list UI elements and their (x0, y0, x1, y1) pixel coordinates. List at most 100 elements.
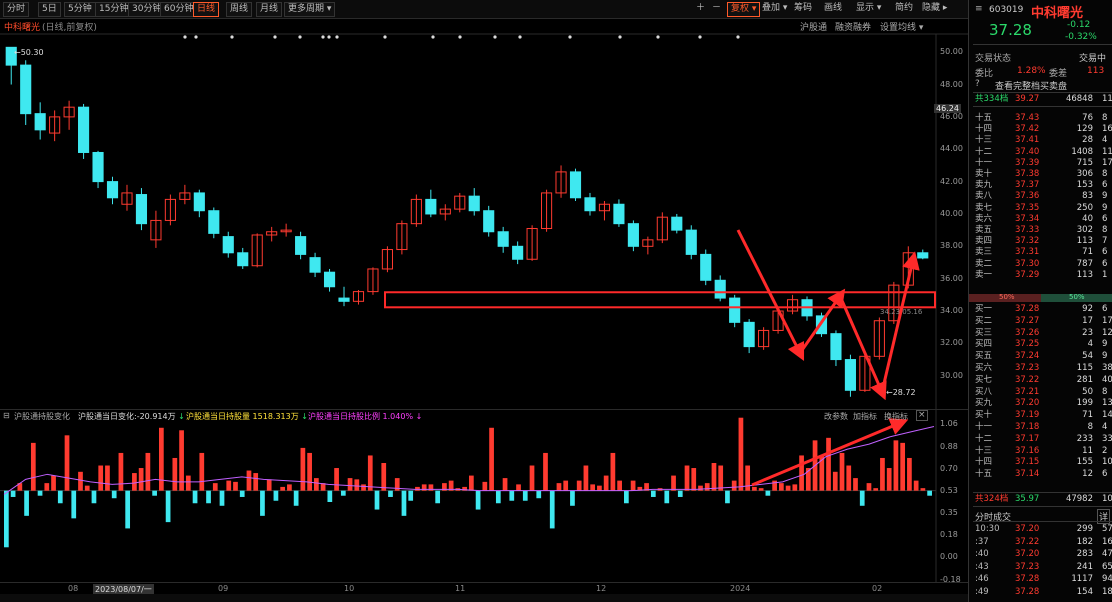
indicator-bar (192, 490, 198, 504)
indicator-bar (111, 490, 117, 499)
indicator-bar (266, 479, 272, 491)
buy-order-row[interactable]: 十一 37.18 8 4 (969, 422, 1112, 433)
sell-order-row[interactable]: 十四 37.42 129 16 (969, 124, 1112, 135)
event-marker-icon[interactable] (298, 35, 302, 39)
close-indicator-icon[interactable]: × (916, 410, 928, 421)
buy-order-row[interactable]: 买六 37.23 115 38 (969, 363, 1112, 374)
expand-icon[interactable]: ? (975, 79, 980, 89)
indicator-bar (826, 437, 831, 491)
event-marker-icon[interactable] (273, 35, 277, 39)
indicator-bar (691, 468, 697, 491)
buy-order-row[interactable]: 十二 37.17 233 33 (969, 434, 1112, 445)
event-marker-icon[interactable] (458, 35, 462, 39)
sell-order-row[interactable]: 卖一 37.29 113 1 (969, 270, 1112, 281)
candle (454, 192, 466, 213)
sell-order-row[interactable]: 卖五 37.33 302 8 (969, 225, 1112, 236)
event-marker-icon[interactable] (183, 35, 187, 39)
sell-order-row[interactable]: 卖四 37.32 113 7 (969, 236, 1112, 247)
candle (208, 207, 220, 239)
indicator-bar (314, 478, 319, 491)
indicator-bar (212, 483, 218, 491)
event-marker-icon[interactable] (431, 35, 435, 39)
sell-order-row[interactable]: 十一 37.39 715 17 (969, 158, 1112, 169)
event-marker-icon[interactable] (335, 35, 339, 39)
event-marker-icon[interactable] (618, 35, 622, 39)
sell-order-row[interactable]: 卖九 37.37 153 6 (969, 180, 1112, 191)
buy-order-row[interactable]: 十三 37.16 11 2 (969, 446, 1112, 457)
sell-order-row[interactable]: 卖七 37.35 250 9 (969, 203, 1112, 214)
indicator-bar (495, 490, 501, 504)
indicator-bar (752, 486, 757, 491)
indicator-bar (482, 481, 488, 491)
buy-order-row[interactable]: 买三 37.26 23 12 (969, 328, 1112, 339)
edit-params-link[interactable]: 改参数 (824, 411, 848, 422)
event-marker-icon[interactable] (383, 35, 387, 39)
indicator-bar (893, 440, 899, 491)
sell-order-row[interactable]: 十三 37.41 28 4 (969, 135, 1112, 146)
buy-order-row[interactable]: 买二 37.27 17 17 (969, 316, 1112, 327)
candle (63, 100, 75, 130)
kline-chart[interactable] (0, 0, 968, 602)
indicator-bar (583, 465, 589, 491)
indicator-bar (509, 490, 515, 501)
candle (78, 103, 90, 159)
indicator-bar (273, 490, 279, 501)
add-indicator-link[interactable]: 加指标 (853, 411, 877, 422)
candle (34, 102, 46, 140)
price-tick: 30.00 (940, 370, 963, 380)
event-marker-icon[interactable] (698, 35, 702, 39)
event-marker-icon[interactable] (327, 35, 331, 39)
buy-order-row[interactable]: 买八 37.21 50 8 (969, 387, 1112, 398)
event-marker-icon[interactable] (736, 35, 740, 39)
event-marker-icon[interactable] (194, 35, 198, 39)
sell-order-row[interactable]: 卖十 37.38 306 8 (969, 169, 1112, 180)
event-marker-icon[interactable] (518, 35, 522, 39)
candle (613, 199, 625, 227)
date-tick: 08 (68, 584, 79, 593)
event-marker-icon[interactable] (321, 35, 325, 39)
buy-order-row[interactable]: 买四 37.25 4 9 (969, 339, 1112, 350)
event-marker-icon[interactable] (656, 35, 660, 39)
indicator-bar (401, 490, 407, 516)
buy-order-row[interactable]: 买五 37.24 54 9 (969, 351, 1112, 362)
indicator-close-icon[interactable]: ⊟ (3, 411, 10, 420)
sell-order-row[interactable]: 卖八 37.36 83 9 (969, 191, 1112, 202)
buy-order-row[interactable]: 买十 37.19 71 14 (969, 410, 1112, 421)
full-book-link[interactable]: 查看完整档买卖盘 (995, 79, 1067, 92)
buy-order-row[interactable]: 买七 37.22 281 40 (969, 375, 1112, 386)
indicator-bar (44, 483, 50, 491)
event-marker-icon[interactable] (568, 35, 572, 39)
buy-total-row: 共324档 35.97 47982 10 (975, 494, 1112, 504)
indicator-bar (489, 427, 494, 491)
indicator-bar (549, 490, 555, 529)
switch-indicator-link[interactable]: 换指标 (884, 411, 908, 422)
event-marker-icon[interactable] (493, 35, 497, 39)
indicator-bar (664, 490, 670, 504)
date-tick: 12 (596, 584, 607, 593)
buy-order-row[interactable]: 十四 37.15 155 10 (969, 457, 1112, 468)
sell-order-row[interactable]: 十二 37.40 1408 11 (969, 147, 1112, 158)
indicator-bar (145, 452, 151, 491)
sell-order-row[interactable]: 卖三 37.31 71 6 (969, 247, 1112, 258)
indicator-bar (347, 478, 353, 491)
candle (367, 267, 379, 295)
event-marker-icon[interactable] (230, 35, 234, 39)
sell-total-row: 共334档 39.27 46848 11 (975, 94, 1112, 104)
buy-order-row[interactable]: 买一 37.28 92 6 (969, 304, 1112, 315)
indicator-bar (920, 488, 926, 491)
indicator-bar (765, 490, 771, 496)
candle (758, 327, 770, 350)
buy-order-row[interactable]: 十五 37.14 12 6 (969, 469, 1112, 480)
sell-order-row[interactable]: 十五 37.43 76 8 (969, 113, 1112, 124)
indicator-bar (731, 480, 737, 491)
buy-order-row[interactable]: 买九 37.20 199 13 (969, 398, 1112, 409)
sell-order-row[interactable]: 卖六 37.34 40 6 (969, 214, 1112, 225)
menu-icon[interactable]: ≡ (975, 4, 983, 14)
indicator-bar (603, 475, 609, 491)
candle (555, 165, 567, 198)
indicator-bar (698, 485, 703, 491)
sell-order-row[interactable]: 卖二 37.30 787 6 (969, 259, 1112, 270)
candle (439, 204, 451, 221)
status-label: 交易状态 (975, 54, 1012, 64)
candle (425, 189, 437, 218)
